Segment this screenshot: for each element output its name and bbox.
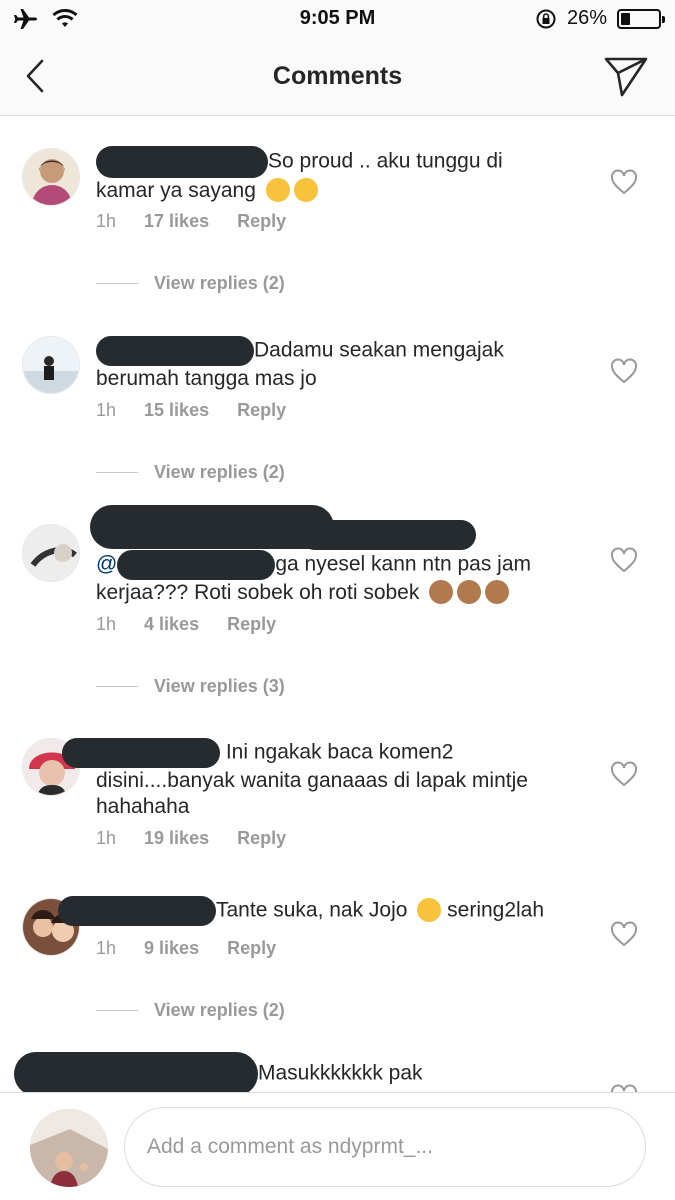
status-bar: 9:05 PM 26% <box>0 0 675 40</box>
reply-button[interactable]: Reply <box>237 211 286 232</box>
comment-time: 1h <box>96 211 117 231</box>
comment-text: Masukkkkkkk pak <box>14 1052 534 1096</box>
comment-text: @ ga nyesel kann ntn pas jam kerjaa??? Ro… <box>96 550 566 606</box>
comment-time: 1h <box>96 938 117 958</box>
view-replies-button[interactable]: View replies (2) <box>96 273 285 294</box>
see-no-evil-monkey-emoji <box>429 580 454 604</box>
like-count[interactable]: 17 likes <box>144 211 209 232</box>
redacted-username <box>58 896 216 926</box>
heart-icon[interactable] <box>610 358 638 384</box>
heart-icon[interactable] <box>610 169 638 195</box>
redacted-username <box>14 1052 258 1096</box>
like-count[interactable]: 19 likes <box>144 828 209 849</box>
like-count[interactable]: 4 likes <box>144 614 199 635</box>
comment-text: Tante suka, nak Jojo sering2lah <box>58 896 566 926</box>
reply-button[interactable]: Reply <box>237 400 286 421</box>
comment-text: Dadamu seakan mengajak berumah tangga ma… <box>96 336 566 392</box>
view-replies-button[interactable]: View replies (2) <box>96 1000 285 1021</box>
nav-bar: Comments <box>0 40 675 116</box>
orientation-lock-icon <box>536 9 556 28</box>
tongue-emoji <box>293 178 318 202</box>
avatar[interactable] <box>22 524 80 582</box>
see-no-evil-monkey-emoji <box>457 580 482 604</box>
reply-button[interactable]: Reply <box>227 938 276 959</box>
reply-button[interactable]: Reply <box>237 828 286 849</box>
heart-icon[interactable] <box>610 921 638 947</box>
redacted-username <box>90 505 334 549</box>
like-count[interactable]: 9 likes <box>144 938 199 959</box>
battery-percent: 26% <box>566 7 607 29</box>
comment-meta: 1h 9 likes Reply <box>96 938 304 959</box>
view-replies-button[interactable]: View replies (2) <box>96 462 285 483</box>
battery-icon <box>617 8 665 29</box>
comment-meta: 1h 4 likes Reply <box>96 614 304 635</box>
redacted-username <box>96 146 268 178</box>
like-count[interactable]: 15 likes <box>144 400 209 421</box>
view-replies-button[interactable]: View replies (3) <box>96 676 285 697</box>
redacted-username <box>117 550 276 580</box>
comment-text: Ini ngakak baca komen2 disini....banyak … <box>62 738 566 820</box>
reply-button[interactable]: Reply <box>227 614 276 635</box>
comment-meta: 1h 15 likes Reply <box>96 400 314 421</box>
heart-icon[interactable] <box>610 761 638 787</box>
comment-meta: 1h 17 likes Reply <box>96 211 314 232</box>
comment-composer <box>0 1092 675 1200</box>
current-user-avatar <box>30 1109 108 1187</box>
heart-icon[interactable] <box>610 547 638 573</box>
comment-time: 1h <box>96 828 117 848</box>
comment-input[interactable] <box>124 1107 646 1187</box>
comment-text: So proud .. aku tunggu di kamar ya sayan… <box>96 146 566 204</box>
redacted-username <box>62 738 220 768</box>
see-no-evil-monkey-emoji <box>485 580 510 604</box>
avatar[interactable] <box>22 336 80 394</box>
comment-time: 1h <box>96 400 117 420</box>
tears-of-joy-emoji <box>417 897 442 922</box>
redacted-username <box>96 336 254 366</box>
page-title: Comments <box>272 62 403 90</box>
avatar[interactable] <box>22 148 80 206</box>
comment-time: 1h <box>96 614 117 634</box>
comment-meta: 1h 19 likes Reply <box>96 828 314 849</box>
heart-eyes-emoji <box>265 178 290 202</box>
redacted-username <box>300 520 476 550</box>
direct-share-icon[interactable] <box>603 54 649 98</box>
battery-fill <box>621 12 631 25</box>
